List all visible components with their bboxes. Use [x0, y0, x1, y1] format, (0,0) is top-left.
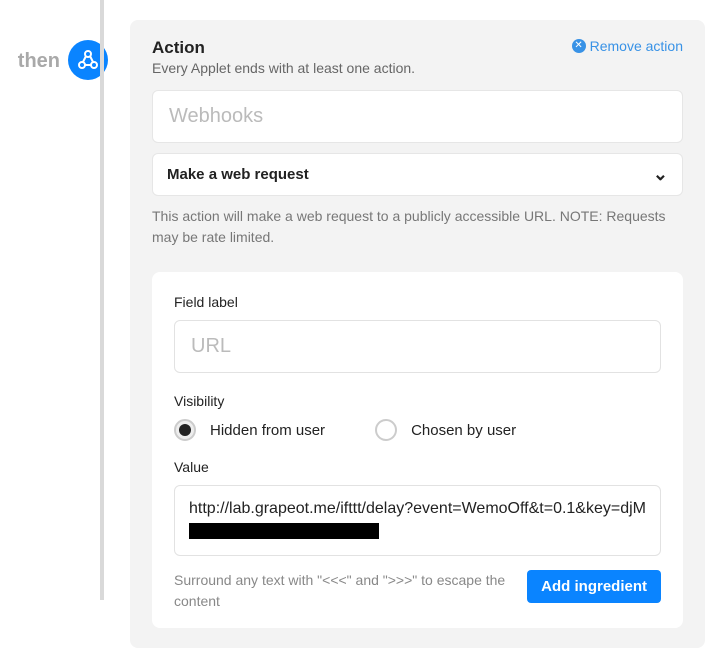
- visibility-caption: Visibility: [174, 393, 661, 409]
- webhooks-icon: [76, 48, 100, 72]
- remove-action-link[interactable]: ✕ Remove action: [572, 38, 683, 54]
- visibility-chosen-label: Chosen by user: [411, 422, 516, 439]
- action-title: Action: [152, 38, 205, 58]
- value-footer-row: Surround any text with "<<<" and ">>>" t…: [174, 570, 661, 612]
- action-subtitle: Every Applet ends with at least one acti…: [152, 60, 683, 76]
- add-ingredient-button[interactable]: Add ingredient: [527, 570, 661, 603]
- value-text: http://lab.grapeot.me/ifttt/delay?event=…: [189, 500, 646, 517]
- chevron-down-icon: ⌄: [653, 164, 668, 185]
- escape-hint: Surround any text with "<<<" and ">>>" t…: [174, 570, 507, 612]
- layout-container: then Action ✕ Remove action Every Applet…: [0, 0, 715, 648]
- remove-action-label: Remove action: [590, 38, 683, 54]
- action-card: Action ✕ Remove action Every Applet ends…: [130, 20, 705, 648]
- radio-selected-icon: [174, 419, 196, 441]
- radio-unselected-icon: [375, 419, 397, 441]
- url-field-label-input[interactable]: URL: [174, 320, 661, 373]
- field-label-caption: Field label: [174, 294, 661, 310]
- action-type-select[interactable]: Make a web request ⌄: [152, 153, 683, 196]
- action-description: This action will make a web request to a…: [152, 206, 683, 248]
- value-caption: Value: [174, 459, 661, 475]
- then-label: then: [10, 50, 60, 73]
- timeline-line: [100, 0, 104, 600]
- visibility-hidden-label: Hidden from user: [210, 422, 325, 439]
- service-input[interactable]: Webhooks: [152, 90, 683, 143]
- redacted-text: [189, 523, 379, 539]
- visibility-radio-group: Hidden from user Chosen by user: [174, 419, 661, 441]
- visibility-chosen-option[interactable]: Chosen by user: [375, 419, 516, 441]
- value-input[interactable]: http://lab.grapeot.me/ifttt/delay?event=…: [174, 485, 661, 556]
- visibility-hidden-option[interactable]: Hidden from user: [174, 419, 325, 441]
- card-header: Action ✕ Remove action: [152, 38, 683, 58]
- action-type-selected-label: Make a web request: [167, 166, 309, 183]
- field-config-card: Field label URL Visibility Hidden from u…: [152, 272, 683, 628]
- remove-icon: ✕: [572, 39, 586, 53]
